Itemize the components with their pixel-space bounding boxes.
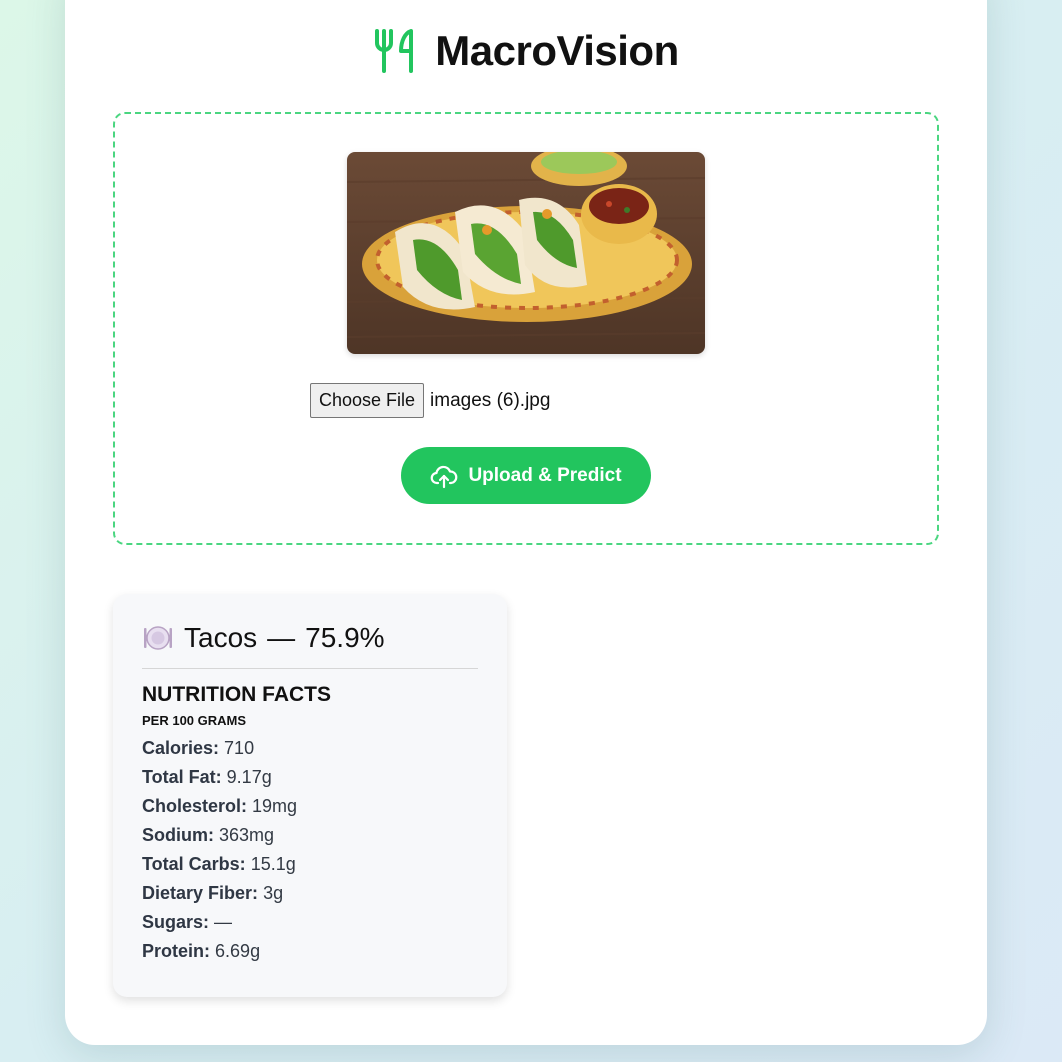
nutrition-row-total-fat: Total Fat: 9.17g [142, 763, 478, 792]
nutrition-label: Cholesterol: [142, 796, 248, 816]
nutrition-value: 15.1g [250, 854, 296, 874]
nutrition-label: Dietary Fiber: [142, 883, 259, 903]
nutrition-label: Protein: [142, 941, 211, 961]
prediction-result-card: Tacos — 75.9% NUTRITION FACTS PER 100 GR… [113, 594, 507, 997]
selected-file-name: images (6).jpg [430, 389, 551, 411]
nutrition-value: 363mg [219, 825, 275, 845]
upload-predict-button[interactable]: Upload & Predict [401, 447, 651, 504]
nutrition-value: 3g [263, 883, 284, 903]
nutrition-list: Calories: 710 Total Fat: 9.17g Cholester… [142, 734, 478, 966]
file-input[interactable]: Choose File images (6).jpg [310, 383, 550, 418]
nutrition-label: Sodium: [142, 825, 214, 845]
nutrition-subheading: PER 100 GRAMS [142, 713, 247, 728]
upload-dropzone[interactable]: Choose File images (6).jpg Upload & Pred… [113, 112, 939, 545]
nutrition-value: 9.17g [226, 767, 272, 787]
choose-file-button[interactable]: Choose File [310, 383, 425, 418]
fork-knife-icon [375, 29, 414, 73]
nutrition-row-sugars: Sugars: — [142, 908, 478, 937]
nutrition-label: Total Carbs: [142, 854, 246, 874]
nutrition-heading: NUTRITION FACTS [142, 683, 331, 706]
nutrition-label: Sugars: [142, 912, 210, 932]
prediction-title: Tacos — 75.9% [142, 622, 478, 669]
cloud-upload-icon [431, 465, 458, 488]
nutrition-row-dietary-fiber: Dietary Fiber: 3g [142, 879, 478, 908]
predicted-food: Tacos [184, 622, 258, 653]
nutrition-row-sodium: Sodium: 363mg [142, 821, 478, 850]
app-title: MacroVision [435, 27, 679, 74]
nutrition-value: 19mg [252, 796, 298, 816]
upload-button-label: Upload & Predict [468, 464, 622, 486]
app-header: MacroVision [65, 26, 987, 76]
nutrition-value: — [214, 912, 233, 932]
title-separator: — [267, 622, 296, 653]
plate-icon [144, 626, 172, 650]
nutrition-row-total-carbs: Total Carbs: 15.1g [142, 850, 478, 879]
nutrition-value: 710 [224, 738, 255, 758]
nutrition-row-calories: Calories: 710 [142, 734, 478, 763]
nutrition-value: 6.69g [215, 941, 261, 961]
image-preview [347, 152, 705, 354]
nutrition-label: Total Fat: [142, 767, 222, 787]
confidence-value: 75.9% [305, 622, 385, 653]
nutrition-label: Calories: [142, 738, 220, 758]
nutrition-row-cholesterol: Cholesterol: 19mg [142, 792, 478, 821]
tacos-photo [347, 152, 705, 354]
nutrition-row-protein: Protein: 6.69g [142, 937, 478, 966]
main-card: MacroVision Choose File images (6).jpg U… [65, 0, 987, 1045]
